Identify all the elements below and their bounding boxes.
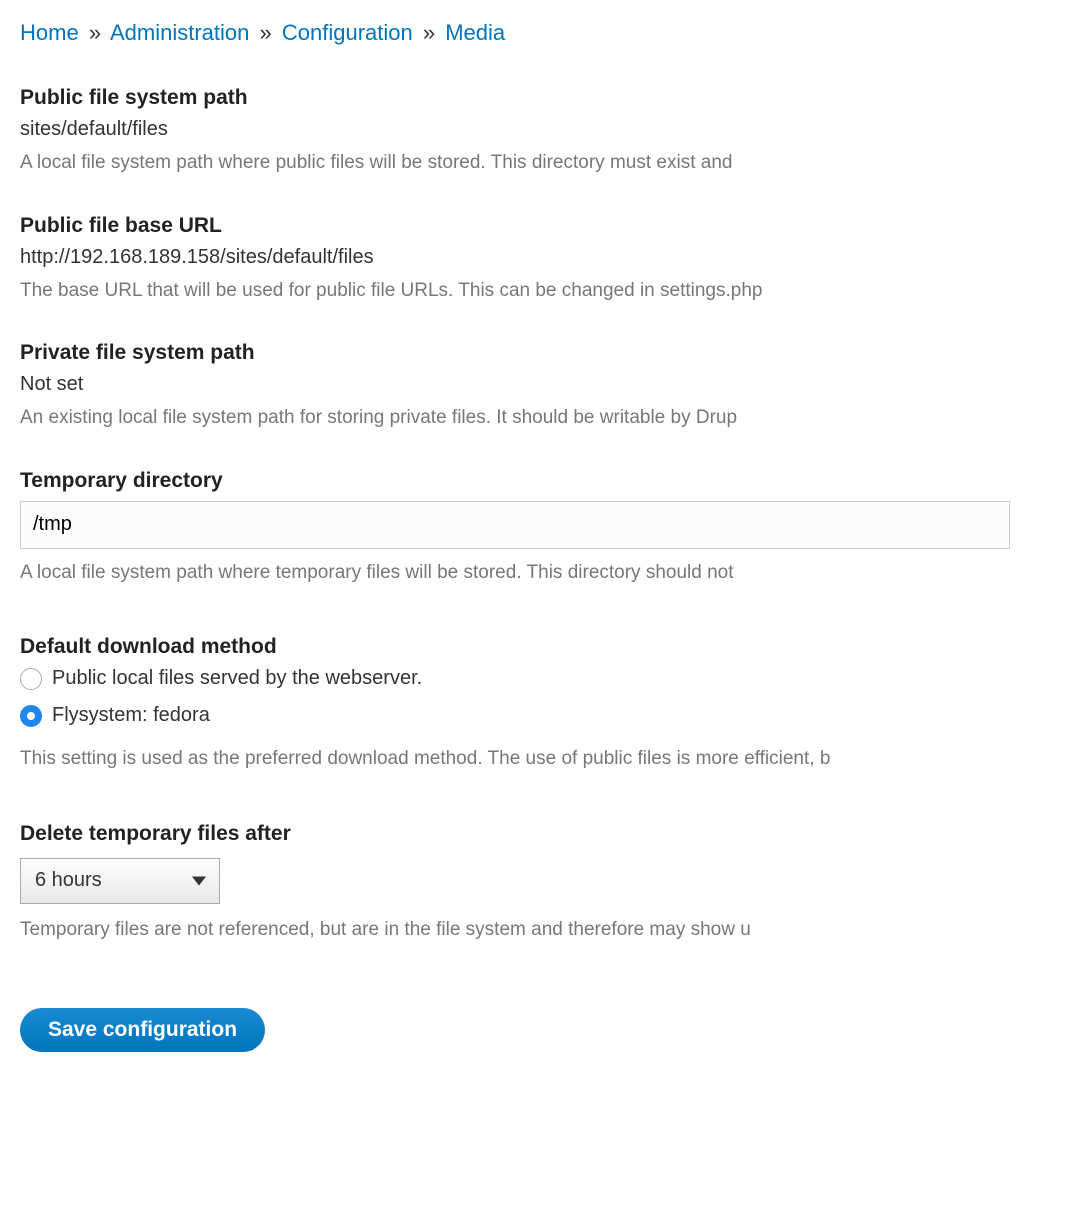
temporary-directory-group: Temporary directory A local file system … <box>20 469 1046 588</box>
breadcrumb-separator: » <box>89 20 101 45</box>
breadcrumb-configuration[interactable]: Configuration <box>282 20 413 45</box>
private-file-path-group: Private file system path Not set An exis… <box>20 341 1046 433</box>
public-file-url-group: Public file base URL http://192.168.189.… <box>20 214 1046 306</box>
temporary-directory-input[interactable] <box>20 501 1010 549</box>
public-file-path-label: Public file system path <box>20 86 1046 110</box>
private-file-path-label: Private file system path <box>20 341 1046 365</box>
save-configuration-button[interactable]: Save configuration <box>20 1008 265 1052</box>
public-file-url-description: The base URL that will be used for publi… <box>20 277 1046 306</box>
radio-public-local[interactable]: Public local files served by the webserv… <box>20 667 1046 690</box>
delete-temp-label: Delete temporary files after <box>20 822 1046 846</box>
delete-temp-group: Delete temporary files after 6 hours Tem… <box>20 822 1046 945</box>
temporary-directory-label: Temporary directory <box>20 469 1046 493</box>
breadcrumb-media[interactable]: Media <box>445 20 505 45</box>
radio-flysystem-fedora[interactable]: Flysystem: fedora <box>20 704 1046 727</box>
public-file-path-description: A local file system path where public fi… <box>20 149 1046 178</box>
download-method-description: This setting is used as the preferred do… <box>20 745 1046 774</box>
delete-temp-select[interactable]: 6 hours <box>20 858 220 904</box>
delete-temp-description: Temporary files are not referenced, but … <box>20 916 1046 945</box>
download-method-group: Default download method Public local fil… <box>20 635 1046 774</box>
public-file-url-value: http://192.168.189.158/sites/default/fil… <box>20 246 1046 269</box>
chevron-down-icon <box>192 876 206 885</box>
radio-icon <box>20 668 42 690</box>
public-file-path-value: sites/default/files <box>20 118 1046 141</box>
breadcrumb-separator: » <box>423 20 435 45</box>
breadcrumb-home[interactable]: Home <box>20 20 79 45</box>
temporary-directory-description: A local file system path where temporary… <box>20 559 1046 588</box>
private-file-path-description: An existing local file system path for s… <box>20 404 1046 433</box>
delete-temp-selected: 6 hours <box>35 869 102 892</box>
breadcrumb-separator: » <box>259 20 271 45</box>
public-file-url-label: Public file base URL <box>20 214 1046 238</box>
download-method-label: Default download method <box>20 635 1046 659</box>
radio-label: Flysystem: fedora <box>52 704 210 727</box>
radio-icon <box>20 705 42 727</box>
public-file-path-group: Public file system path sites/default/fi… <box>20 86 1046 178</box>
breadcrumb-administration[interactable]: Administration <box>110 20 249 45</box>
private-file-path-value: Not set <box>20 373 1046 396</box>
breadcrumb: Home » Administration » Configuration » … <box>20 20 1046 46</box>
radio-label: Public local files served by the webserv… <box>52 667 422 690</box>
